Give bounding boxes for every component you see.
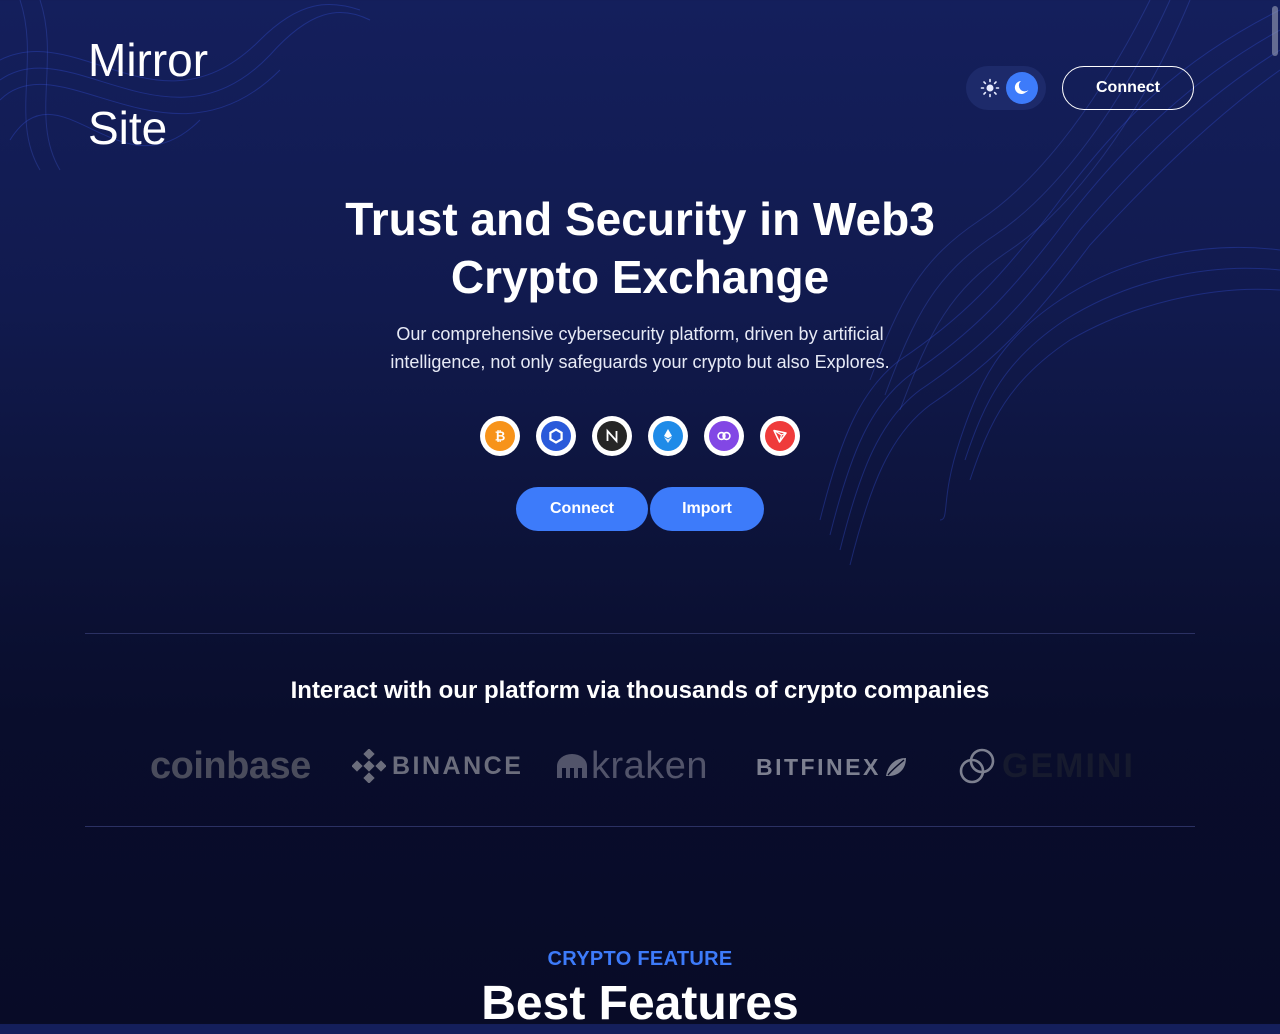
partners-title: Interact with our platform via thousands… <box>290 677 990 704</box>
page-scrollbar[interactable] <box>1272 6 1278 56</box>
chainlink-icon <box>536 416 576 456</box>
tron-icon <box>760 416 800 456</box>
near-icon <box>592 416 632 456</box>
theme-toggle[interactable] <box>966 66 1046 110</box>
svg-text:₿: ₿ <box>495 430 506 445</box>
bitfinex-logo: BITFINEX <box>756 750 908 784</box>
features-title: Best Features <box>481 977 799 1030</box>
coin-icon-row: ₿ <box>480 416 800 458</box>
kraken-icon <box>557 754 587 778</box>
hero-title: Trust and Security in Web3 Crypto Exchan… <box>240 190 1040 306</box>
gemini-icon <box>959 748 995 784</box>
sun-icon[interactable] <box>980 78 1000 98</box>
dark-mode-button[interactable] <box>1006 72 1038 104</box>
hero-import-button[interactable]: Import <box>650 487 764 531</box>
site-logo[interactable]: Mirror Site <box>88 26 288 162</box>
hero-subtitle-line-1: Our comprehensive cybersecurity platform… <box>396 324 884 344</box>
section-divider-bottom <box>85 826 1195 827</box>
binance-logo: BINANCE <box>352 748 523 784</box>
hero-subtitle-line-2: intelligence, not only safeguards your c… <box>390 352 890 372</box>
features-tag: CRYPTO FEATURE <box>547 948 733 970</box>
polygon-icon <box>704 416 744 456</box>
header-connect-button[interactable]: Connect <box>1062 66 1194 110</box>
hero-connect-button[interactable]: Connect <box>516 487 648 531</box>
hero-title-line-1: Trust and Security in Web3 <box>345 193 935 245</box>
moon-icon <box>1014 81 1029 94</box>
kraken-logo: kraken <box>555 744 708 788</box>
hero-title-line-2: Crypto Exchange <box>450 251 830 303</box>
bitfinex-leaf-icon <box>885 758 906 776</box>
gemini-logo: GEMINI <box>958 746 1135 786</box>
ethereum-icon <box>648 416 688 456</box>
section-divider-top <box>85 633 1195 634</box>
bitcoin-icon: ₿ <box>480 416 520 456</box>
logo-line-2: Site <box>88 102 168 154</box>
binance-icon <box>352 749 386 783</box>
coinbase-logo: coinbase <box>150 744 311 787</box>
logo-line-1: Mirror <box>88 34 209 86</box>
hero-subtitle: Our comprehensive cybersecurity platform… <box>340 320 940 376</box>
